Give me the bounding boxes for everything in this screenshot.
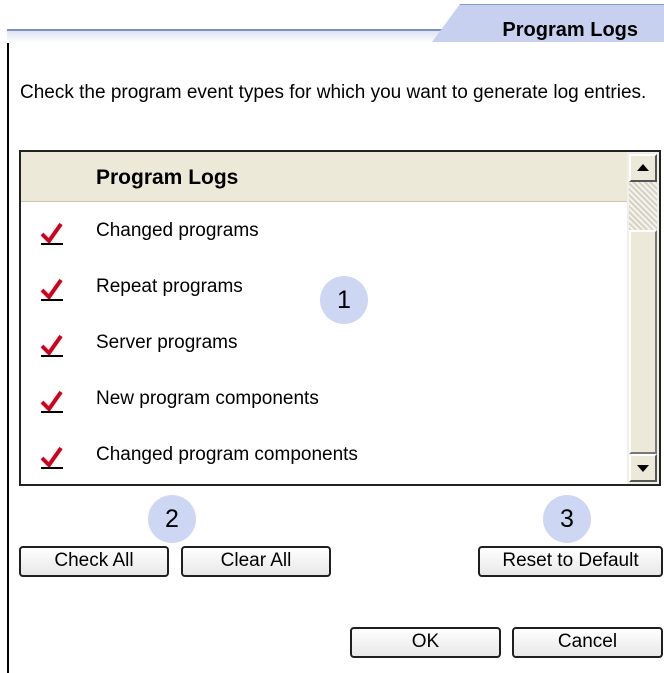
- scroll-up-button[interactable]: [629, 154, 657, 182]
- list-item-label: Changed program components: [96, 444, 358, 465]
- checkmark-icon[interactable]: [39, 388, 65, 414]
- list-item-label: New program components: [96, 388, 319, 409]
- list-header: Program Logs: [21, 152, 627, 202]
- checkmark-icon[interactable]: [39, 276, 65, 302]
- clear-all-button[interactable]: Clear All: [181, 546, 331, 577]
- scroll-track[interactable]: [629, 182, 657, 230]
- check-all-button[interactable]: Check All: [19, 546, 169, 577]
- list-item[interactable]: Changed program components: [21, 428, 627, 484]
- vertical-scrollbar[interactable]: [627, 152, 659, 484]
- list-item-label: Repeat programs: [96, 276, 243, 297]
- checkmark-icon[interactable]: [39, 332, 65, 358]
- checkmark-icon[interactable]: [39, 220, 65, 246]
- list-item[interactable]: Changed programs: [21, 204, 627, 260]
- callout-badge: 2: [148, 495, 196, 543]
- checkmark-icon[interactable]: [39, 444, 65, 470]
- scroll-down-button[interactable]: [629, 454, 657, 482]
- scroll-thumb[interactable]: [629, 230, 657, 454]
- reset-to-default-button[interactable]: Reset to Default: [478, 546, 663, 577]
- list-item-label: Server programs: [96, 332, 238, 353]
- tab-label: Program Logs: [502, 19, 638, 41]
- dialog-frame-left: [7, 30, 9, 673]
- cancel-button[interactable]: Cancel: [512, 627, 663, 658]
- instructions-text: Check the program event types for which …: [20, 82, 647, 103]
- ok-button[interactable]: OK: [350, 627, 501, 658]
- arrow-up-icon: [637, 164, 649, 171]
- callout-badge: 1: [320, 276, 368, 324]
- list-header-label: Program Logs: [96, 166, 239, 189]
- arrow-down-icon: [637, 465, 649, 472]
- list-item[interactable]: New program components: [21, 372, 627, 428]
- tab-program-logs[interactable]: Program Logs: [432, 4, 664, 42]
- list-item-label: Changed programs: [96, 220, 259, 241]
- list-item[interactable]: Server programs: [21, 316, 627, 372]
- callout-badge: 3: [543, 495, 591, 543]
